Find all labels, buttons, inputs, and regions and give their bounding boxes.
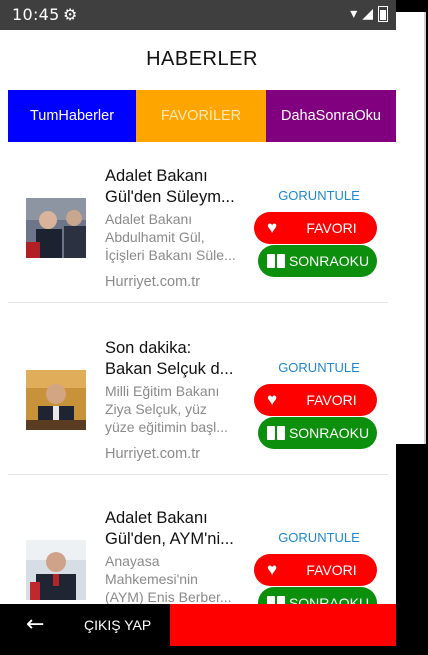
- exit-button[interactable]: ÇIKIŞ YAP: [84, 617, 151, 633]
- status-time: 10:45: [12, 5, 60, 24]
- read-later-label: SONRAOKU: [288, 595, 370, 604]
- summary-line: Anayasa: [105, 553, 160, 569]
- headline-line: Adalet Bakanı: [105, 167, 208, 185]
- read-later-button[interactable]: SONRAOKU: [258, 587, 377, 604]
- read-later-button[interactable]: SONRAOKU: [258, 417, 377, 449]
- status-bar: 10:45 ⚙ ▾ ◢: [0, 0, 396, 30]
- view-button[interactable]: GORUNTULE: [274, 360, 364, 375]
- news-summary: Anayasa Mahkemesi'nin (AYM) Enis Berber.…: [105, 552, 245, 604]
- list-item: Adalet Bakanı Gül'den Süleym... Adalet B…: [8, 142, 388, 303]
- news-list[interactable]: Adalet Bakanı Gül'den Süleym... Adalet B…: [8, 142, 396, 604]
- news-source: Hurriyet.com.tr: [105, 274, 201, 290]
- favorite-button[interactable]: ♥ FAVORI: [254, 384, 377, 416]
- tab-favorites[interactable]: FAVORİLER: [136, 90, 266, 142]
- heart-icon: ♥: [266, 560, 278, 579]
- background-panel: [396, 12, 424, 444]
- tab-all-news[interactable]: TumHaberler: [8, 90, 136, 142]
- page-title: HABERLER: [146, 48, 258, 70]
- headline-line: Gül'den Süleym...: [105, 188, 235, 206]
- summary-line: (AYM) Enis Berber...: [105, 589, 232, 604]
- summary-line: Milli Eğitim Bakanı: [105, 383, 220, 399]
- summary-line: Adalet Bakanı: [105, 211, 193, 227]
- navigation-bar: [0, 646, 396, 655]
- app-bar: HABERLER: [8, 30, 396, 91]
- news-thumbnail[interactable]: [26, 370, 86, 430]
- tab-bar: TumHaberler FAVORİLER DahaSonraOku: [8, 90, 396, 142]
- news-summary: Milli Eğitim Bakanı Ziya Selçuk, yüz yüz…: [105, 382, 245, 436]
- heart-icon: ♥: [266, 218, 278, 237]
- headline-line: Bakan Selçuk d...: [105, 360, 234, 378]
- status-icons: ▾ ◢: [350, 6, 388, 22]
- headline-line: Son dakika:: [105, 339, 192, 357]
- settings-gear-icon: ⚙: [63, 5, 78, 24]
- view-button[interactable]: GORUNTULE: [274, 188, 364, 203]
- summary-line: yüze eğitimin başl...: [105, 419, 228, 435]
- book-icon: [267, 426, 285, 440]
- tab-read-later[interactable]: DahaSonraOku: [266, 90, 396, 142]
- signal-icon: ◢: [362, 6, 373, 22]
- favorite-label: FAVORI: [306, 220, 357, 236]
- read-later-button[interactable]: SONRAOKU: [258, 245, 377, 277]
- background-window-edge: [396, 0, 428, 655]
- list-item: Son dakika: Bakan Selçuk d... Milli Eğit…: [8, 314, 388, 475]
- book-icon: [267, 596, 285, 604]
- headline-line: Gül'den, AYM'ni...: [105, 530, 234, 548]
- news-source: Hurriyet.com.tr: [105, 446, 201, 462]
- bottom-red-panel: [170, 604, 396, 646]
- favorite-label: FAVORI: [306, 392, 357, 408]
- app-screen: 10:45 ⚙ ▾ ◢ HABERLER TumHaberler FAVORİL…: [0, 0, 396, 655]
- news-thumbnail[interactable]: [26, 540, 86, 600]
- summary-line: Ziya Selçuk, yüz: [105, 401, 207, 417]
- summary-line: Abdulhamit Gül,: [105, 229, 205, 245]
- news-headline[interactable]: Adalet Bakanı Gül'den Süleym...: [105, 166, 245, 208]
- view-button[interactable]: GORUNTULE: [274, 530, 364, 545]
- wifi-icon: ▾: [350, 6, 358, 22]
- news-headline[interactable]: Adalet Bakanı Gül'den, AYM'ni...: [105, 508, 245, 550]
- news-summary: Adalet Bakanı Abdulhamit Gül, İçişleri B…: [105, 210, 245, 264]
- favorite-label: FAVORI: [306, 562, 357, 578]
- read-later-label: SONRAOKU: [288, 425, 370, 441]
- summary-line: Mahkemesi'nin: [105, 571, 198, 587]
- battery-icon: [378, 6, 388, 22]
- summary-line: İçişleri Bakanı Süle...: [105, 247, 236, 263]
- favorite-button[interactable]: ♥ FAVORI: [254, 212, 377, 244]
- news-headline[interactable]: Son dakika: Bakan Selçuk d...: [105, 338, 245, 380]
- read-later-label: SONRAOKU: [288, 253, 370, 269]
- bottom-bar: ← ÇIKIŞ YAP: [0, 604, 396, 646]
- favorite-button[interactable]: ♥ FAVORI: [254, 554, 377, 586]
- heart-icon: ♥: [266, 390, 278, 409]
- list-item: Adalet Bakanı Gül'den, AYM'ni... Anayasa…: [8, 486, 388, 604]
- divider: [424, 12, 426, 444]
- news-thumbnail[interactable]: [26, 198, 86, 258]
- headline-line: Adalet Bakanı: [105, 509, 208, 527]
- back-arrow-icon[interactable]: ←: [26, 612, 44, 637]
- book-icon: [267, 254, 285, 268]
